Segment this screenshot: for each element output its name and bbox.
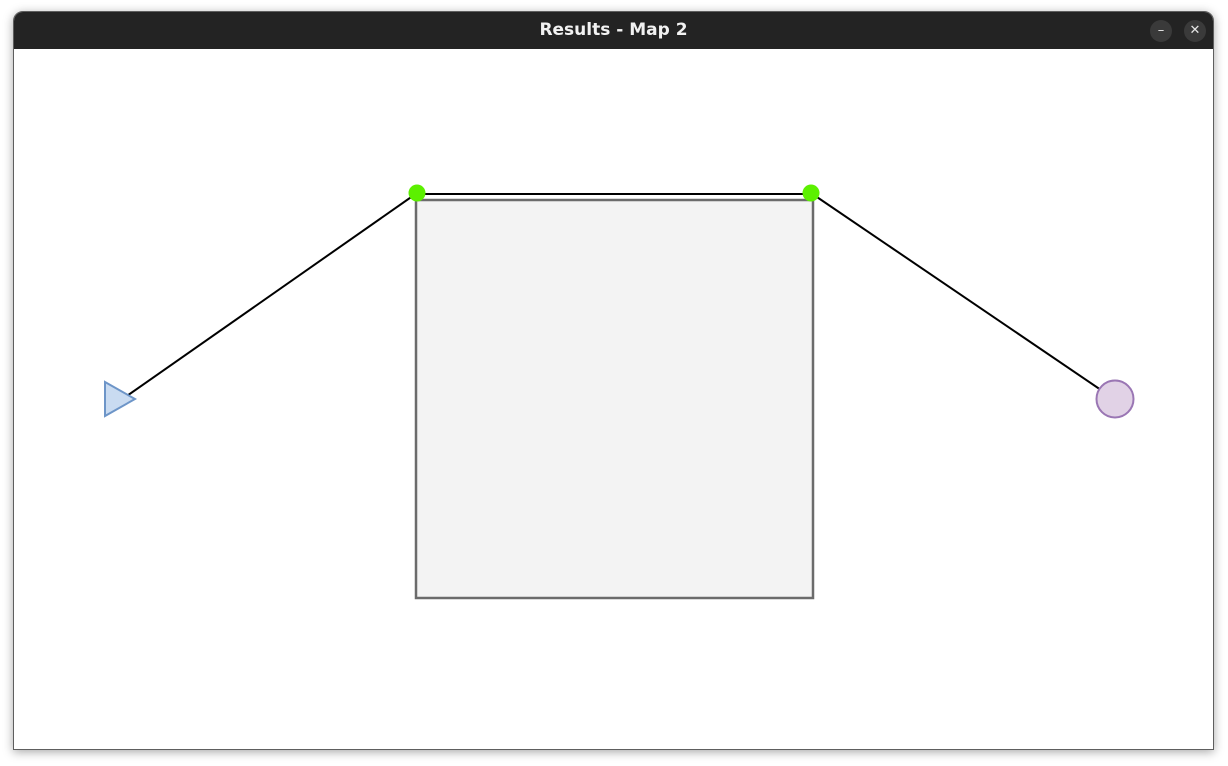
minimize-icon: – xyxy=(1157,23,1165,38)
waypoint-marker xyxy=(802,184,820,202)
obstacle-square xyxy=(414,198,815,600)
minimize-button[interactable]: – xyxy=(1150,20,1172,42)
waypoint-marker xyxy=(408,184,426,202)
map-canvas xyxy=(14,49,1213,749)
path-segment-goal xyxy=(810,192,1102,391)
map-drawing xyxy=(104,184,1135,600)
window-title: Results - Map 2 xyxy=(539,20,688,40)
path-segment-start xyxy=(123,192,418,399)
title-bar[interactable]: Results - Map 2 – ✕ xyxy=(14,12,1213,49)
results-window: Results - Map 2 – ✕ xyxy=(13,11,1214,750)
goal-circle-marker xyxy=(1095,379,1135,419)
close-button[interactable]: ✕ xyxy=(1184,20,1206,42)
close-icon: ✕ xyxy=(1189,23,1201,38)
start-triangle-marker xyxy=(104,380,138,418)
